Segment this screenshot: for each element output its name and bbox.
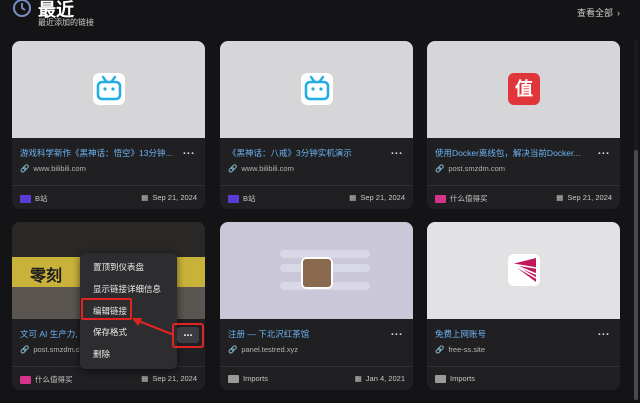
card-url-text: www.bilibili.com bbox=[33, 164, 86, 173]
menu-item-pin-dashboard[interactable]: 置顶到仪表盘 bbox=[93, 261, 144, 273]
card-thumbnail: 值 bbox=[427, 41, 620, 138]
section-subtitle: 最近添加的链接 bbox=[38, 18, 94, 27]
card-date: ▦ Sep 21, 2024 bbox=[349, 193, 405, 202]
avatar-photo bbox=[301, 257, 333, 289]
card-title[interactable]: 免费上网账号 bbox=[435, 328, 590, 340]
folder-icon bbox=[20, 375, 31, 384]
card-url-text: post.smzdm.com bbox=[448, 164, 506, 173]
card-folder-label: 什么值得买 bbox=[450, 194, 488, 203]
highlight-box bbox=[81, 298, 132, 320]
link-card[interactable]: 值 使用Docker离线包，解决当前Docker... ... 🔗 post.sm… bbox=[427, 41, 620, 209]
pink-logo bbox=[508, 254, 540, 286]
card-date-text: Sep 21, 2024 bbox=[360, 193, 405, 202]
card-folder-label: B站 bbox=[35, 194, 48, 203]
view-all-link[interactable]: 查看全部 › bbox=[577, 6, 620, 19]
card-thumbnail bbox=[427, 222, 620, 319]
link-icon: 🔗 bbox=[228, 164, 238, 173]
clock-icon bbox=[13, 0, 31, 17]
calendar-icon: ▦ bbox=[354, 374, 362, 383]
smzdm-icon: 值 bbox=[508, 73, 540, 105]
more-options-button[interactable]: ... bbox=[391, 145, 403, 157]
thumb-band bbox=[12, 222, 205, 257]
card-title[interactable]: 注册 — 下北沢红茶馆 bbox=[228, 328, 383, 340]
calendar-icon: ▦ bbox=[141, 193, 149, 202]
scrollbar-thumb[interactable] bbox=[634, 150, 638, 400]
link-card[interactable]: 免费上网账号 ... 🔗 free-ss.site Imports bbox=[427, 222, 620, 390]
folder-icon bbox=[228, 194, 239, 203]
card-title[interactable]: 游戏科学新作《黑神话：悟空》13分钟... bbox=[20, 147, 175, 159]
card-url-text: panel.testred.xyz bbox=[241, 345, 299, 354]
folder-icon bbox=[435, 194, 446, 203]
card-folder[interactable]: 什么值得买 bbox=[20, 374, 73, 385]
more-options-button-active[interactable]: ... bbox=[177, 327, 199, 343]
bilibili-icon bbox=[301, 73, 333, 105]
card-folder-label: B站 bbox=[243, 194, 256, 203]
card-date-text: Sep 21, 2024 bbox=[152, 374, 197, 383]
view-all-label: 查看全部 bbox=[576, 8, 613, 18]
link-card[interactable]: 游戏科学新作《黑神话：悟空》13分钟... ... 🔗 www.bilibili.… bbox=[12, 41, 205, 209]
link-icon: 🔗 bbox=[228, 345, 238, 354]
card-folder[interactable]: B站 bbox=[20, 193, 48, 204]
card-divider bbox=[220, 366, 413, 367]
card-thumbnail bbox=[220, 41, 413, 138]
link-card[interactable]: 注册 — 下北沢红茶馆 ... 🔗 panel.testred.xyz Impor… bbox=[220, 222, 413, 390]
card-url-text: free-ss.site bbox=[448, 345, 486, 354]
menu-item-delete[interactable]: 删除 bbox=[93, 348, 110, 360]
card-date: ▦ Sep 21, 2024 bbox=[141, 193, 197, 202]
menu-item-save-format[interactable]: 保存格式 bbox=[93, 326, 127, 338]
link-card[interactable]: 《黑神话：八戒》3分钟实机演示 ... 🔗 www.bilibili.com B站… bbox=[220, 41, 413, 209]
card-date-text: Jan 4, 2021 bbox=[365, 374, 405, 383]
card-folder[interactable]: 什么值得买 bbox=[435, 193, 488, 204]
chevron-right-icon: › bbox=[617, 7, 620, 18]
bilibili-icon bbox=[93, 73, 125, 105]
calendar-icon: ▦ bbox=[556, 193, 564, 202]
card-title[interactable]: 使用Docker离线包，解决当前Docker... bbox=[435, 147, 590, 159]
more-options-button[interactable]: ... bbox=[598, 326, 610, 338]
card-thumbnail bbox=[220, 222, 413, 319]
card-date-text: Sep 21, 2024 bbox=[567, 193, 612, 202]
card-thumbnail bbox=[12, 41, 205, 138]
more-options-button[interactable]: ... bbox=[598, 145, 610, 157]
annotation-arrow-icon bbox=[132, 318, 175, 337]
scrollbar[interactable] bbox=[634, 40, 638, 400]
folder-icon bbox=[228, 374, 239, 383]
card-date: ▦ Sep 21, 2024 bbox=[556, 193, 612, 202]
thumb-text: 零刻 bbox=[30, 268, 63, 285]
link-icon: 🔗 bbox=[435, 164, 445, 173]
card-folder-label: Imports bbox=[450, 374, 476, 383]
card-url-text: www.bilibili.com bbox=[241, 164, 294, 173]
card-title[interactable]: 《黑神话：八戒》3分钟实机演示 bbox=[228, 147, 383, 159]
calendar-icon: ▦ bbox=[141, 374, 149, 383]
card-url: 🔗 post.smzdm.com bbox=[435, 164, 505, 173]
card-folder-label: 什么值得买 bbox=[35, 375, 73, 384]
card-folder[interactable]: B站 bbox=[228, 193, 256, 204]
card-divider bbox=[220, 185, 413, 186]
more-options-button[interactable]: ... bbox=[391, 326, 403, 338]
card-folder-label: Imports bbox=[243, 374, 269, 383]
card-url: 🔗 free-ss.site bbox=[435, 345, 485, 354]
card-divider bbox=[427, 366, 620, 367]
folder-icon bbox=[20, 194, 31, 203]
card-url: 🔗 www.bilibili.com bbox=[228, 164, 294, 173]
folder-icon bbox=[435, 374, 446, 383]
card-date: ▦ Sep 21, 2024 bbox=[141, 374, 197, 383]
more-options-button[interactable]: ... bbox=[183, 145, 195, 157]
card-date-text: Sep 21, 2024 bbox=[152, 193, 197, 202]
section-header: 最近 最近添加的链接 查看全部 › bbox=[0, 0, 640, 30]
link-icon: 🔗 bbox=[20, 164, 30, 173]
card-url: 🔗 panel.testred.xyz bbox=[228, 345, 298, 354]
menu-item-show-details[interactable]: 显示链接详细信息 bbox=[93, 283, 161, 295]
calendar-icon: ▦ bbox=[349, 193, 357, 202]
card-divider bbox=[12, 185, 205, 186]
link-icon: 🔗 bbox=[20, 345, 30, 354]
card-url: 🔗 www.bilibili.com bbox=[20, 164, 86, 173]
link-icon: 🔗 bbox=[435, 345, 445, 354]
card-date: ▦ Jan 4, 2021 bbox=[355, 374, 405, 383]
card-folder[interactable]: Imports bbox=[435, 374, 475, 383]
card-folder[interactable]: Imports bbox=[228, 374, 268, 383]
card-divider bbox=[427, 185, 620, 186]
